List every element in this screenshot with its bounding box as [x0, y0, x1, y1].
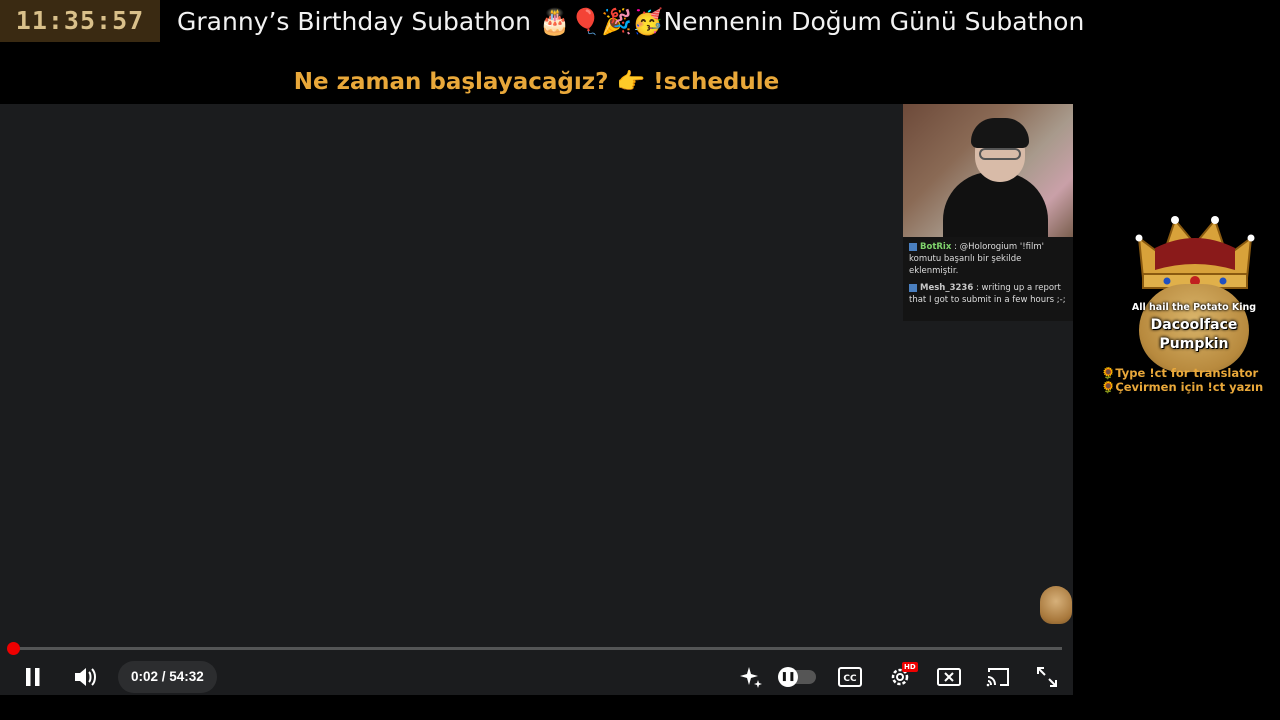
volume-button[interactable] [68, 659, 104, 695]
chat-username: BotRix [920, 242, 952, 252]
captions-icon: CC [838, 667, 862, 687]
fullscreen-button[interactable] [1029, 659, 1065, 695]
stream-clock: 11:35:57 [0, 0, 160, 42]
video-player[interactable]: BotRix : @Holorogium '!film' komutu başa… [0, 104, 1073, 695]
autoplay-toggle[interactable]: ❚❚ [778, 667, 816, 687]
potato-king-name: Dacoolface Pumpkin [1150, 317, 1238, 352]
schedule-announcement: Ne zaman başlayacağız? 👉 !schedule [293, 69, 780, 95]
channel-watermark-icon[interactable] [1040, 586, 1072, 624]
fullscreen-icon [1037, 667, 1057, 687]
settings-button[interactable]: HD [882, 659, 918, 695]
ai-sparkle-button[interactable] [733, 659, 769, 695]
pause-icon [26, 668, 40, 686]
chat-username: Mesh_3236 [920, 283, 974, 293]
chat-badge-icon [909, 242, 917, 251]
hd-badge: HD [902, 662, 918, 672]
theater-icon [937, 668, 961, 686]
scrubber-handle[interactable] [7, 642, 20, 655]
theater-mode-button[interactable] [931, 659, 967, 695]
captions-button[interactable]: CC [832, 659, 868, 695]
svg-text:CC: CC [843, 674, 857, 684]
translator-hint-en: 🌻Type !ct for translator [1101, 366, 1259, 380]
sparkle-icon [740, 667, 762, 688]
time-display: 0:02 / 54:32 [118, 661, 217, 693]
stream-title: Granny’s Birthday Subathon 🎂🎈🎉🥳Nennenin … [177, 7, 1085, 36]
potato-king-caption: All hail the Potato King [1131, 302, 1257, 313]
pause-icon: ❚❚ [778, 667, 798, 687]
player-controls: 0:02 / 54:32 ❚❚ CC HD [0, 659, 1073, 695]
volume-icon [75, 668, 96, 686]
chat-badge-icon [909, 283, 917, 292]
cast-button[interactable] [980, 659, 1016, 695]
stream-chat-overlay: BotRix : @Holorogium '!film' komutu başa… [903, 237, 1073, 321]
cast-icon [986, 668, 1009, 687]
translator-hint-tr: 🌻Çevirmen için !ct yazın [1101, 380, 1264, 394]
pause-button[interactable] [15, 659, 51, 695]
chat-message: BotRix : @Holorogium '!film' komutu başa… [909, 242, 1044, 276]
webcam-feed [903, 104, 1073, 242]
progress-bar[interactable] [12, 647, 1062, 650]
webcam-overlay: BotRix : @Holorogium '!film' komutu başa… [903, 104, 1073, 321]
side-overlay-panel: All hail the Potato King Dacoolface Pump… [1073, 104, 1280, 695]
chat-message: Mesh_3236 : writing up a report that I g… [909, 283, 1066, 305]
